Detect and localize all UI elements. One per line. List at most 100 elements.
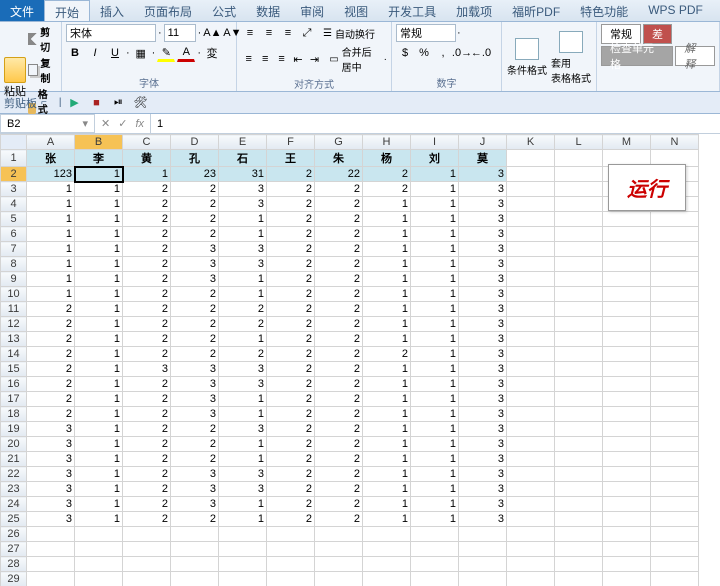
cell-F16[interactable]: 2 [267,377,315,392]
cell-C6[interactable]: 2 [123,227,171,242]
cell-C7[interactable]: 2 [123,242,171,257]
col-header-F[interactable]: F [267,135,315,150]
cell-H18[interactable]: 1 [363,407,411,422]
row-header-29[interactable]: 29 [1,572,27,586]
paste-button[interactable]: 粘贴 [4,57,26,99]
cell-F25[interactable]: 2 [267,512,315,527]
cell-K16[interactable] [507,377,555,392]
cell-J17[interactable]: 3 [459,392,507,407]
cell-E15[interactable]: 3 [219,362,267,377]
tab-开始[interactable]: 开始 [44,0,90,21]
cell-G26[interactable] [315,527,363,542]
cell-K20[interactable] [507,437,555,452]
cell-G23[interactable]: 2 [315,482,363,497]
tab-插入[interactable]: 插入 [90,0,134,21]
cell-A10[interactable]: 1 [27,287,75,302]
cell-F29[interactable] [267,572,315,586]
cell-E21[interactable]: 1 [219,452,267,467]
cell-K27[interactable] [507,542,555,557]
row-header-20[interactable]: 20 [1,437,27,452]
cell-G27[interactable] [315,542,363,557]
cell-B8[interactable]: 1 [75,257,123,272]
cell-J16[interactable]: 3 [459,377,507,392]
number-format-select[interactable] [396,24,456,42]
cell-L29[interactable] [555,572,603,586]
cell-I25[interactable]: 1 [411,512,459,527]
cell-D23[interactable]: 3 [171,482,219,497]
cell-F21[interactable]: 2 [267,452,315,467]
cell-D14[interactable]: 2 [171,347,219,362]
cell-I17[interactable]: 1 [411,392,459,407]
cell-N17[interactable] [651,392,699,407]
cell-H25[interactable]: 1 [363,512,411,527]
font-name-select[interactable] [66,24,156,42]
cell-L3[interactable] [555,182,603,197]
cell-N21[interactable] [651,452,699,467]
cell-A11[interactable]: 2 [27,302,75,317]
cell-K17[interactable] [507,392,555,407]
cell-F3[interactable]: 2 [267,182,315,197]
cell-G19[interactable]: 2 [315,422,363,437]
enter-formula-icon[interactable]: ✓ [118,117,127,130]
tab-公式[interactable]: 公式 [202,0,246,21]
cell-C17[interactable]: 2 [123,392,171,407]
cell-I8[interactable]: 1 [411,257,459,272]
conditional-format-button[interactable]: 条件格式 [506,38,548,77]
cell-N8[interactable] [651,257,699,272]
cell-B3[interactable]: 1 [75,182,123,197]
cell-A1[interactable]: 张 [27,150,75,167]
fill-color-button[interactable]: ✎ [157,44,175,62]
cell-I21[interactable]: 1 [411,452,459,467]
row-header-12[interactable]: 12 [1,317,27,332]
cell-H24[interactable]: 1 [363,497,411,512]
cell-B19[interactable]: 1 [75,422,123,437]
cell-H1[interactable]: 杨 [363,150,411,167]
cell-J3[interactable]: 3 [459,182,507,197]
cell-K11[interactable] [507,302,555,317]
cell-E12[interactable]: 2 [219,317,267,332]
orientation-button[interactable]: ⤢ [298,24,316,42]
cell-G21[interactable]: 2 [315,452,363,467]
cell-B5[interactable]: 1 [75,212,123,227]
cell-J14[interactable]: 3 [459,347,507,362]
align-middle-button[interactable]: ≡ [260,24,278,42]
tab-页面布局[interactable]: 页面布局 [134,0,202,21]
align-right-button[interactable]: ≡ [274,50,289,68]
style-check[interactable]: 检查单元格 [601,46,673,66]
cell-C27[interactable] [123,542,171,557]
cell-M22[interactable] [603,467,651,482]
cell-N9[interactable] [651,272,699,287]
cell-E18[interactable]: 1 [219,407,267,422]
cell-D8[interactable]: 3 [171,257,219,272]
cell-F7[interactable]: 2 [267,242,315,257]
cell-L21[interactable] [555,452,603,467]
cell-C16[interactable]: 2 [123,377,171,392]
cell-A25[interactable]: 3 [27,512,75,527]
cell-F5[interactable]: 2 [267,212,315,227]
cell-L10[interactable] [555,287,603,302]
cell-C21[interactable]: 2 [123,452,171,467]
cell-K6[interactable] [507,227,555,242]
cell-N26[interactable] [651,527,699,542]
tab-数据[interactable]: 数据 [246,0,290,21]
cell-C13[interactable]: 2 [123,332,171,347]
cell-A21[interactable]: 3 [27,452,75,467]
cell-E11[interactable]: 2 [219,302,267,317]
cell-L18[interactable] [555,407,603,422]
cell-N25[interactable] [651,512,699,527]
cell-D10[interactable]: 2 [171,287,219,302]
col-header-B[interactable]: B [75,135,123,150]
cell-I16[interactable]: 1 [411,377,459,392]
cell-I27[interactable] [411,542,459,557]
cell-E17[interactable]: 1 [219,392,267,407]
bold-button[interactable]: B [66,44,84,62]
currency-button[interactable]: $ [396,44,414,62]
cell-H9[interactable]: 1 [363,272,411,287]
cell-G25[interactable]: 2 [315,512,363,527]
cell-L15[interactable] [555,362,603,377]
merge-center-button[interactable]: ▭ 合并后居中 · [329,44,387,74]
cell-A7[interactable]: 1 [27,242,75,257]
cell-K1[interactable] [507,150,555,167]
cell-H16[interactable]: 1 [363,377,411,392]
cell-J12[interactable]: 3 [459,317,507,332]
